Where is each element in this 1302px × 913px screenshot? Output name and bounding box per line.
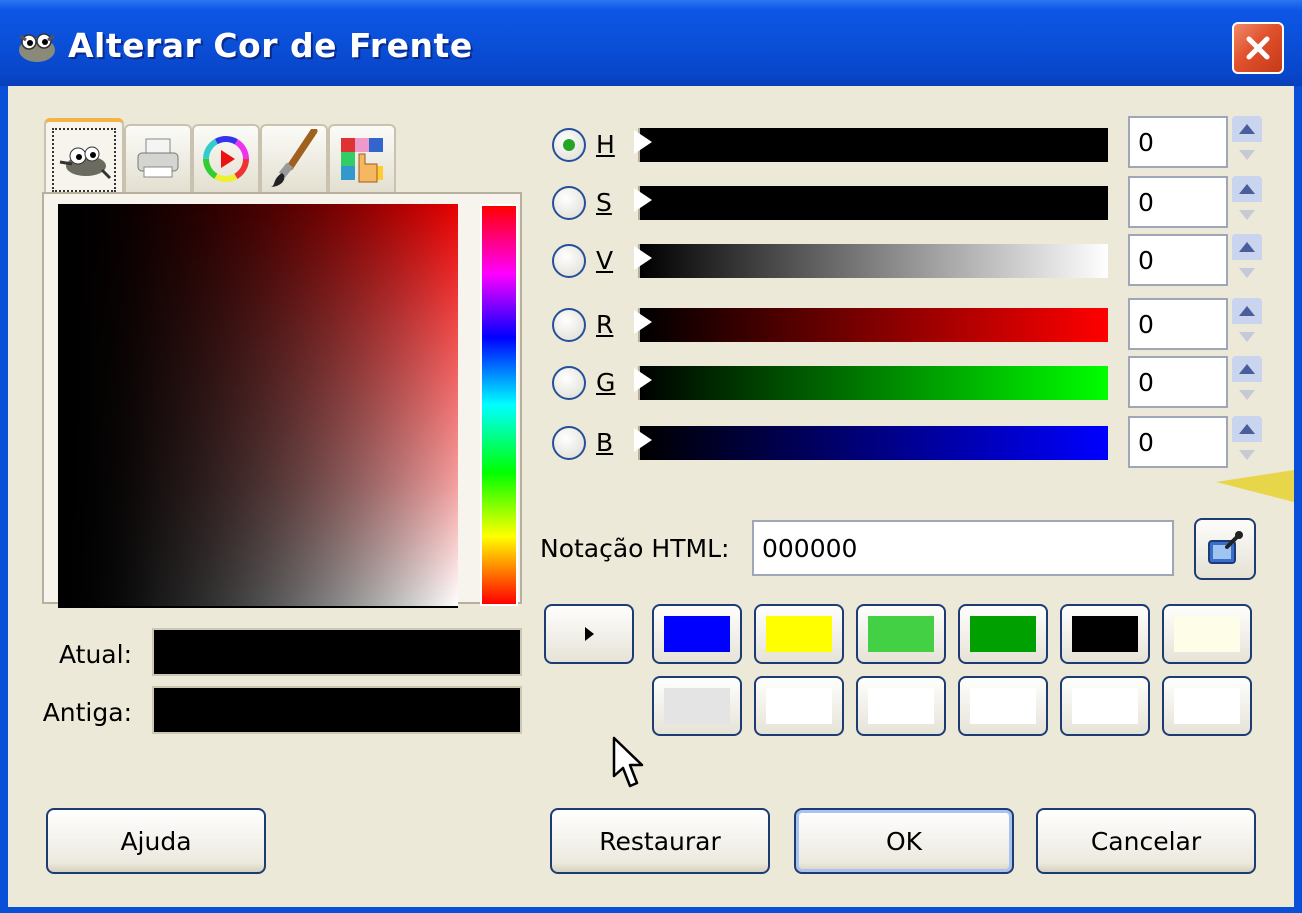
- spin-v[interactable]: 0: [1128, 234, 1228, 286]
- reset-button[interactable]: Restaurar: [550, 808, 770, 874]
- history-swatch[interactable]: [652, 676, 742, 736]
- tab-gimp-selector[interactable]: [44, 118, 124, 194]
- history-swatch[interactable]: [754, 676, 844, 736]
- spin-b-buttons[interactable]: [1232, 416, 1262, 468]
- slider-v[interactable]: [634, 244, 1108, 278]
- history-swatch[interactable]: [856, 604, 946, 664]
- tab-wheel-selector[interactable]: [192, 124, 260, 192]
- spin-v-buttons[interactable]: [1232, 234, 1262, 286]
- color-picker-area: [42, 192, 522, 608]
- radio-g[interactable]: [552, 366, 586, 400]
- history-swatch[interactable]: [958, 604, 1048, 664]
- radio-s[interactable]: [552, 186, 586, 220]
- gimp-app-icon: [19, 33, 55, 62]
- spin-g-buttons[interactable]: [1232, 356, 1262, 408]
- focus-ring: [52, 128, 116, 192]
- history-add-button[interactable]: [544, 604, 634, 664]
- label-r: R: [596, 310, 614, 339]
- radio-r[interactable]: [552, 308, 586, 342]
- current-color-label: Atual:: [59, 640, 132, 669]
- history-swatch[interactable]: [856, 676, 946, 736]
- spin-down-icon[interactable]: [1232, 260, 1262, 286]
- radio-b[interactable]: [552, 426, 586, 460]
- spin-r-buttons[interactable]: [1232, 298, 1262, 350]
- history-swatch[interactable]: [1060, 604, 1150, 664]
- history-swatch[interactable]: [652, 604, 742, 664]
- history-swatch[interactable]: [1162, 676, 1252, 736]
- window-title: Alterar Cor de Frente: [68, 26, 473, 65]
- title-bar[interactable]: Alterar Cor de Frente: [0, 0, 1302, 86]
- tab-palette-selector[interactable]: [328, 124, 396, 192]
- label-h: H: [596, 130, 615, 159]
- ok-button[interactable]: OK: [794, 808, 1014, 874]
- spin-up-icon[interactable]: [1232, 116, 1262, 142]
- spin-s[interactable]: 0: [1128, 176, 1228, 228]
- spin-up-icon[interactable]: [1232, 356, 1262, 382]
- mouse-cursor-icon: [612, 736, 644, 788]
- spin-b[interactable]: 0: [1128, 416, 1228, 468]
- history-swatch[interactable]: [958, 676, 1048, 736]
- spin-h[interactable]: 0: [1128, 116, 1228, 168]
- slider-s[interactable]: [634, 186, 1108, 220]
- label-g: G: [596, 368, 616, 397]
- current-color-preview: [152, 628, 522, 676]
- spin-s-buttons[interactable]: [1232, 176, 1262, 228]
- color-picker-button[interactable]: [1194, 518, 1256, 580]
- spin-up-icon[interactable]: [1232, 416, 1262, 442]
- slider-b[interactable]: [634, 426, 1108, 460]
- spin-g[interactable]: 0: [1128, 356, 1228, 408]
- close-button[interactable]: [1232, 22, 1284, 74]
- history-swatch[interactable]: [754, 604, 844, 664]
- html-notation-label: Notação HTML:: [540, 534, 730, 563]
- paintbrush-icon: [270, 129, 318, 187]
- history-swatch[interactable]: [1060, 676, 1150, 736]
- spin-down-icon[interactable]: [1232, 202, 1262, 228]
- color-wheel-icon: [203, 136, 249, 182]
- spin-down-icon[interactable]: [1232, 142, 1262, 168]
- tooltip-pointer: [1216, 470, 1294, 502]
- label-s: S: [596, 188, 612, 217]
- play-arrow-icon: [585, 627, 594, 641]
- saturation-value-square[interactable]: [58, 204, 458, 608]
- slider-r[interactable]: [634, 308, 1108, 342]
- spin-up-icon[interactable]: [1232, 176, 1262, 202]
- spin-up-icon[interactable]: [1232, 298, 1262, 324]
- radio-h[interactable]: [552, 128, 586, 162]
- spin-down-icon[interactable]: [1232, 382, 1262, 408]
- radio-v[interactable]: [552, 244, 586, 278]
- eyedropper-icon: [1208, 531, 1243, 564]
- spin-down-icon[interactable]: [1232, 324, 1262, 350]
- help-button[interactable]: Ajuda: [46, 808, 266, 874]
- tab-cmyk-selector[interactable]: [124, 124, 192, 192]
- label-v: V: [596, 246, 614, 275]
- slider-h[interactable]: [634, 128, 1108, 162]
- hue-strip[interactable]: [480, 204, 518, 606]
- spin-down-icon[interactable]: [1232, 442, 1262, 468]
- printer-icon: [137, 138, 179, 178]
- slider-g[interactable]: [634, 366, 1108, 400]
- old-color-preview[interactable]: [152, 686, 522, 734]
- color-dialog-window: Alterar Cor de Frente Atual: Antiga: H 0…: [0, 0, 1302, 913]
- cancel-button[interactable]: Cancelar: [1036, 808, 1256, 874]
- palette-hand-icon: [341, 138, 383, 183]
- label-b: B: [596, 428, 614, 457]
- spin-h-buttons[interactable]: [1232, 116, 1262, 168]
- old-color-label: Antiga:: [42, 698, 132, 727]
- close-icon: [1246, 36, 1270, 60]
- dialog-client-area: Atual: Antiga: H 0 S 0 V 0 R 0 G 0 B 0 N…: [8, 86, 1294, 907]
- spin-r[interactable]: 0: [1128, 298, 1228, 350]
- history-swatch[interactable]: [1162, 604, 1252, 664]
- spin-up-icon[interactable]: [1232, 234, 1262, 260]
- html-notation-input[interactable]: 000000: [752, 520, 1174, 576]
- tab-watercolor-selector[interactable]: [260, 124, 328, 192]
